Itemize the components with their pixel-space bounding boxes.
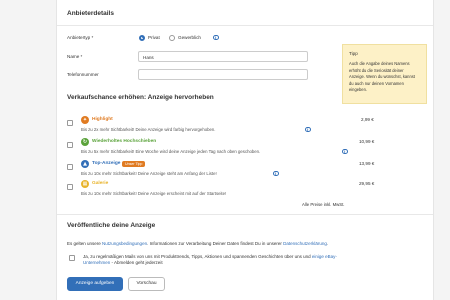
details-section-title: Anbieterdetails bbox=[67, 10, 114, 17]
option-desc: Bis zu 10x mehr Sichtbarkeit! Deine Anze… bbox=[81, 191, 227, 196]
terms-link[interactable]: Nutzungsbedingungen bbox=[102, 241, 147, 246]
provider-type-label: Anbietertyp * bbox=[67, 35, 94, 40]
tip-box: Tipp Auch die Angabe deines Namens erhöh… bbox=[342, 44, 427, 104]
info-icon[interactable]: i bbox=[273, 170, 279, 176]
option-price: 10,99 € bbox=[359, 139, 375, 144]
info-icon[interactable]: i bbox=[342, 148, 348, 154]
top-ad-checkbox[interactable] bbox=[67, 164, 73, 170]
repeat-bump-checkbox[interactable] bbox=[67, 142, 73, 148]
option-repeat-bump[interactable]: ↻ Wiederholtes Hochschieben Bis zu 5x me… bbox=[67, 138, 374, 160]
newsletter-consent: Ja, zu regelmäßigen Mails von uns mit Pr… bbox=[83, 254, 343, 266]
option-name: Top-Anzeige bbox=[92, 161, 121, 166]
newsletter-checkbox[interactable] bbox=[69, 255, 75, 261]
price-note: Alle Preise inkl. MwSt. bbox=[302, 202, 345, 207]
option-desc: Bis zu 5x mehr Sichtbarkeit! Eine Woche … bbox=[81, 149, 261, 154]
tip-text: Auch die Angabe deines Namens erhöht du … bbox=[349, 61, 415, 92]
terms-prefix: Es gelten unsere bbox=[67, 241, 103, 246]
repeat-icon: ↻ bbox=[81, 138, 89, 146]
option-price: 29,95 € bbox=[359, 181, 375, 186]
option-desc: Bis zu 2x mehr Sichtbarkeit! Deine Anzei… bbox=[81, 127, 216, 132]
divider bbox=[57, 214, 433, 215]
terms-suffix: . bbox=[326, 241, 329, 246]
name-label: Name * bbox=[67, 54, 83, 59]
option-name: Wiederholtes Hochschieben bbox=[92, 139, 157, 144]
terms-text: Es gelten unsere Nutzungsbedingungen. In… bbox=[67, 241, 328, 246]
terms-middle: . Informationen zur Verarbeitung Deiner … bbox=[147, 241, 284, 246]
tip-title: Tipp bbox=[349, 51, 358, 56]
privacy-link[interactable]: Datenschutzerklärung bbox=[283, 241, 327, 246]
option-price: 13,99 € bbox=[359, 161, 375, 166]
option-highlight[interactable]: ✦ Highlight Bis zu 2x mehr Sichtbarkeit!… bbox=[67, 116, 374, 138]
highlight-icon: ✦ bbox=[81, 116, 89, 124]
option-gallery[interactable]: ▦ Galerie Bis zu 10x mehr Sichtbarkeit! … bbox=[67, 180, 374, 202]
ad-form-card: Anbieterdetails Anbietertyp * Privat Gew… bbox=[56, 0, 434, 300]
publish-section-title: Veröffentliche deine Anzeige bbox=[67, 222, 156, 229]
gallery-icon: ▦ bbox=[81, 180, 89, 188]
phone-label: Telefonnummer bbox=[67, 72, 99, 77]
info-icon[interactable]: i bbox=[305, 126, 311, 132]
commercial-radio-label[interactable]: Gewerblich bbox=[178, 35, 201, 40]
highlight-checkbox[interactable] bbox=[67, 120, 73, 126]
consent-text: Ja, zu regelmäßigen Mails von uns mit Pr… bbox=[83, 254, 312, 259]
option-name: Galerie bbox=[92, 181, 109, 186]
option-price: 2,99 € bbox=[361, 117, 374, 122]
consent-after: - Abmelden geht jederzeit bbox=[110, 260, 163, 265]
promo-section-title: Verkaufschance erhöhen: Anzeige hervorhe… bbox=[67, 94, 214, 101]
preview-button[interactable]: Vorschau bbox=[128, 277, 165, 291]
divider bbox=[57, 25, 433, 26]
gallery-checkbox[interactable] bbox=[67, 184, 73, 190]
private-radio[interactable] bbox=[139, 34, 145, 41]
info-icon[interactable]: i bbox=[213, 34, 219, 40]
top-ad-icon: ▲ bbox=[81, 160, 89, 168]
private-radio-label[interactable]: Privat bbox=[148, 35, 160, 40]
commercial-radio[interactable] bbox=[169, 34, 175, 41]
option-desc: Bis zu 10x mehr Sichtbarkeit! Deine Anze… bbox=[81, 171, 217, 176]
name-input[interactable]: Hans bbox=[138, 51, 308, 62]
option-top-ad[interactable]: ▲ Top-Anzeige Unser Tipp Bis zu 10x mehr… bbox=[67, 160, 374, 182]
option-name: Highlight bbox=[92, 117, 113, 122]
recommended-badge: Unser Tipp bbox=[122, 160, 146, 167]
phone-input[interactable] bbox=[138, 69, 308, 80]
submit-ad-button[interactable]: Anzeige aufgeben bbox=[67, 277, 123, 291]
